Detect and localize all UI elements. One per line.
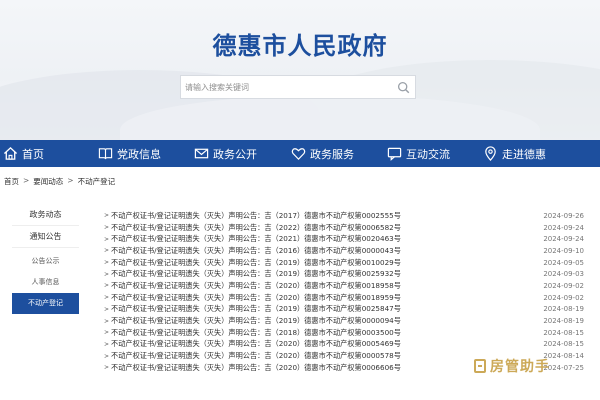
list-item[interactable]: > 不动产权证书/登记证明遗失（灭失）声明公告：吉（2020）德惠市不动产权第00… <box>104 339 584 351</box>
arrow-icon: > <box>104 317 110 325</box>
arrow-icon: > <box>104 364 110 372</box>
list-item-date: 2024-08-19 <box>543 317 584 326</box>
list-item-date: 2024-08-19 <box>543 305 584 314</box>
list-item[interactable]: > 不动产权证书/登记证明遗失（灭失）声明公告：吉（2021）德惠市不动产权第00… <box>104 233 584 245</box>
breadcrumb-home-link[interactable]: 首页 <box>4 176 19 187</box>
arrow-icon: > <box>104 340 110 348</box>
nav-item-interaction[interactable]: 互动交流 <box>387 140 450 167</box>
list-item-date: 2024-09-24 <box>543 235 584 244</box>
breadcrumb-news-link[interactable]: 要闻动态 <box>33 176 63 187</box>
arrow-icon: > <box>104 224 110 232</box>
list-item[interactable]: > 不动产权证书/登记证明遗失（灭失）声明公告：吉（2019）德惠市不动产权第00… <box>104 257 584 269</box>
list-item-date: 2024-08-15 <box>543 340 584 349</box>
list-item-title[interactable]: 不动产权证书/登记证明遗失（灭失）声明公告：吉（2019）德惠市不动产权第000… <box>111 316 532 326</box>
breadcrumb-separator: > <box>67 176 74 185</box>
arrow-icon: > <box>104 329 110 337</box>
main-nav: 首页 党政信息 政务公开 政务服务 互动交流 走进德惠 <box>0 140 600 167</box>
breadcrumb-current[interactable]: 不动产登记 <box>78 176 116 187</box>
watermark-text: 房管助手 <box>490 359 550 375</box>
nav-item-gov-affairs[interactable]: 政务公开 <box>194 140 257 167</box>
nav-item-gov-services[interactable]: 政务服务 <box>291 140 354 167</box>
announcement-list: > 不动产权证书/登记证明遗失（灭失）声明公告：吉（2017）德惠市不动产权第00… <box>104 210 584 374</box>
list-item[interactable]: > 不动产权证书/登记证明遗失（灭失）声明公告：吉（2017）德惠市不动产权第00… <box>104 210 584 222</box>
list-item[interactable]: > 不动产权证书/登记证明遗失（灭失）声明公告：吉（2016）德惠市不动产权第00… <box>104 245 584 257</box>
list-item-date: 2024-09-05 <box>543 258 584 267</box>
sidebar-subitem-personnel[interactable]: 人事信息 <box>12 272 79 293</box>
list-item-title[interactable]: 不动产权证书/登记证明遗失（灭失）声明公告：吉（2020）德惠市不动产权第000… <box>111 351 532 361</box>
search-icon <box>397 81 409 93</box>
arrow-icon: > <box>104 282 110 290</box>
list-item-title[interactable]: 不动产权证书/登记证明遗失（灭失）声明公告：吉（2021）德惠市不动产权第002… <box>111 234 532 244</box>
list-item-title[interactable]: 不动产权证书/登记证明遗失（灭失）声明公告：吉（2019）德惠市不动产权第001… <box>111 258 532 268</box>
nav-item-label: 政务服务 <box>310 147 354 161</box>
list-item-title[interactable]: 不动产权证书/登记证明遗失（灭失）声明公告：吉（2016）德惠市不动产权第000… <box>111 246 532 256</box>
list-item-title[interactable]: 不动产权证书/登记证明遗失（灭失）声明公告：吉（2020）德惠市不动产权第001… <box>111 281 532 291</box>
arrow-icon: > <box>104 212 110 220</box>
list-item-date: 2024-08-15 <box>543 328 584 337</box>
arrow-icon: > <box>104 352 110 360</box>
search-box <box>180 75 416 99</box>
book-icon <box>98 148 113 160</box>
chat-icon <box>387 147 402 161</box>
nav-item-party-info[interactable]: 党政信息 <box>98 140 161 167</box>
nav-item-label: 互动交流 <box>406 147 450 161</box>
list-item-title[interactable]: 不动产权证书/登记证明遗失（灭失）声明公告：吉（2019）德惠市不动产权第002… <box>111 304 532 314</box>
list-item-date: 2024-09-26 <box>543 211 584 220</box>
arrow-icon: > <box>104 259 110 267</box>
location-icon <box>485 146 496 161</box>
list-item-title[interactable]: 不动产权证书/登记证明遗失（灭失）声明公告：吉（2020）德惠市不动产权第000… <box>111 339 532 349</box>
sidebar-subitem-announcements[interactable]: 公告公示 <box>12 251 79 272</box>
list-item-date: 2024-09-02 <box>543 293 584 302</box>
list-item-title[interactable]: 不动产权证书/登记证明遗失（灭失）声明公告：吉（2017）德惠市不动产权第000… <box>111 211 532 221</box>
site-title: 德惠市人民政府 <box>212 32 388 60</box>
list-item-title[interactable]: 不动产权证书/登记证明遗失（灭失）声明公告：吉（2020）德惠市不动产权第000… <box>111 363 532 373</box>
nav-item-about-dehui[interactable]: 走进德惠 <box>483 140 546 167</box>
watermark: 房管助手 <box>474 355 596 377</box>
list-item[interactable]: > 不动产权证书/登记证明遗失（灭失）声明公告：吉（2019）德惠市不动产权第00… <box>104 268 584 280</box>
breadcrumb: 首页 > 要闻动态 > 不动产登记 <box>4 176 115 187</box>
arrow-icon: > <box>104 294 110 302</box>
list-item-title[interactable]: 不动产权证书/登记证明遗失（灭失）声明公告：吉（2020）德惠市不动产权第001… <box>111 293 532 303</box>
list-item[interactable]: > 不动产权证书/登记证明遗失（灭失）声明公告：吉（2020）德惠市不动产权第00… <box>104 280 584 292</box>
nav-item-home[interactable]: 首页 <box>3 140 44 167</box>
list-item[interactable]: > 不动产权证书/登记证明遗失（灭失）声明公告：吉（2019）德惠市不动产权第00… <box>104 315 584 327</box>
list-item[interactable]: > 不动产权证书/登记证明遗失（灭失）声明公告：吉（2019）德惠市不动产权第00… <box>104 304 584 316</box>
arrow-icon: > <box>104 247 110 255</box>
arrow-icon: > <box>104 305 110 313</box>
list-item-title[interactable]: 不动产权证书/登记证明遗失（灭失）声明公告：吉（2018）德惠市不动产权第000… <box>111 328 532 338</box>
list-item-date: 2024-09-02 <box>543 281 584 290</box>
home-icon <box>3 146 18 160</box>
list-item-title[interactable]: 不动产权证书/登记证明遗失（灭失）声明公告：吉（2019）德惠市不动产权第002… <box>111 269 532 279</box>
nav-item-label: 首页 <box>22 147 44 161</box>
arrow-icon: > <box>104 235 110 243</box>
sidebar-item-gov-news[interactable]: 政务动态 <box>12 204 79 226</box>
list-item-date: 2024-09-10 <box>543 246 584 255</box>
list-item-date: 2024-09-24 <box>543 223 584 232</box>
list-item[interactable]: > 不动产权证书/登记证明遗失（灭失）声明公告：吉（2020）德惠市不动产权第00… <box>104 292 584 304</box>
watermark-logo-icon <box>474 359 486 373</box>
site-header: 德惠市人民政府 <box>0 0 600 140</box>
list-item-title[interactable]: 不动产权证书/登记证明遗失（灭失）声明公告：吉（2022）德惠市不动产权第000… <box>111 223 532 233</box>
nav-item-label: 走进德惠 <box>502 147 546 161</box>
search-input[interactable] <box>181 76 391 98</box>
nav-item-label: 党政信息 <box>117 147 161 161</box>
sidebar-item-notices[interactable]: 通知公告 <box>12 226 79 248</box>
mail-icon <box>194 148 209 159</box>
list-item-date: 2024-09-03 <box>543 270 584 279</box>
search-button[interactable] <box>391 76 415 98</box>
nav-item-label: 政务公开 <box>213 147 257 161</box>
sidebar-subitem-real-estate[interactable]: 不动产登记 <box>12 293 79 314</box>
breadcrumb-separator: > <box>23 176 30 185</box>
sidebar: 政务动态 通知公告 公告公示 人事信息 不动产登记 <box>12 204 79 314</box>
list-item[interactable]: > 不动产权证书/登记证明遗失（灭失）声明公告：吉（2022）德惠市不动产权第00… <box>104 222 584 234</box>
list-item[interactable]: > 不动产权证书/登记证明遗失（灭失）声明公告：吉（2018）德惠市不动产权第00… <box>104 327 584 339</box>
arrow-icon: > <box>104 270 110 278</box>
heart-icon <box>291 148 306 161</box>
